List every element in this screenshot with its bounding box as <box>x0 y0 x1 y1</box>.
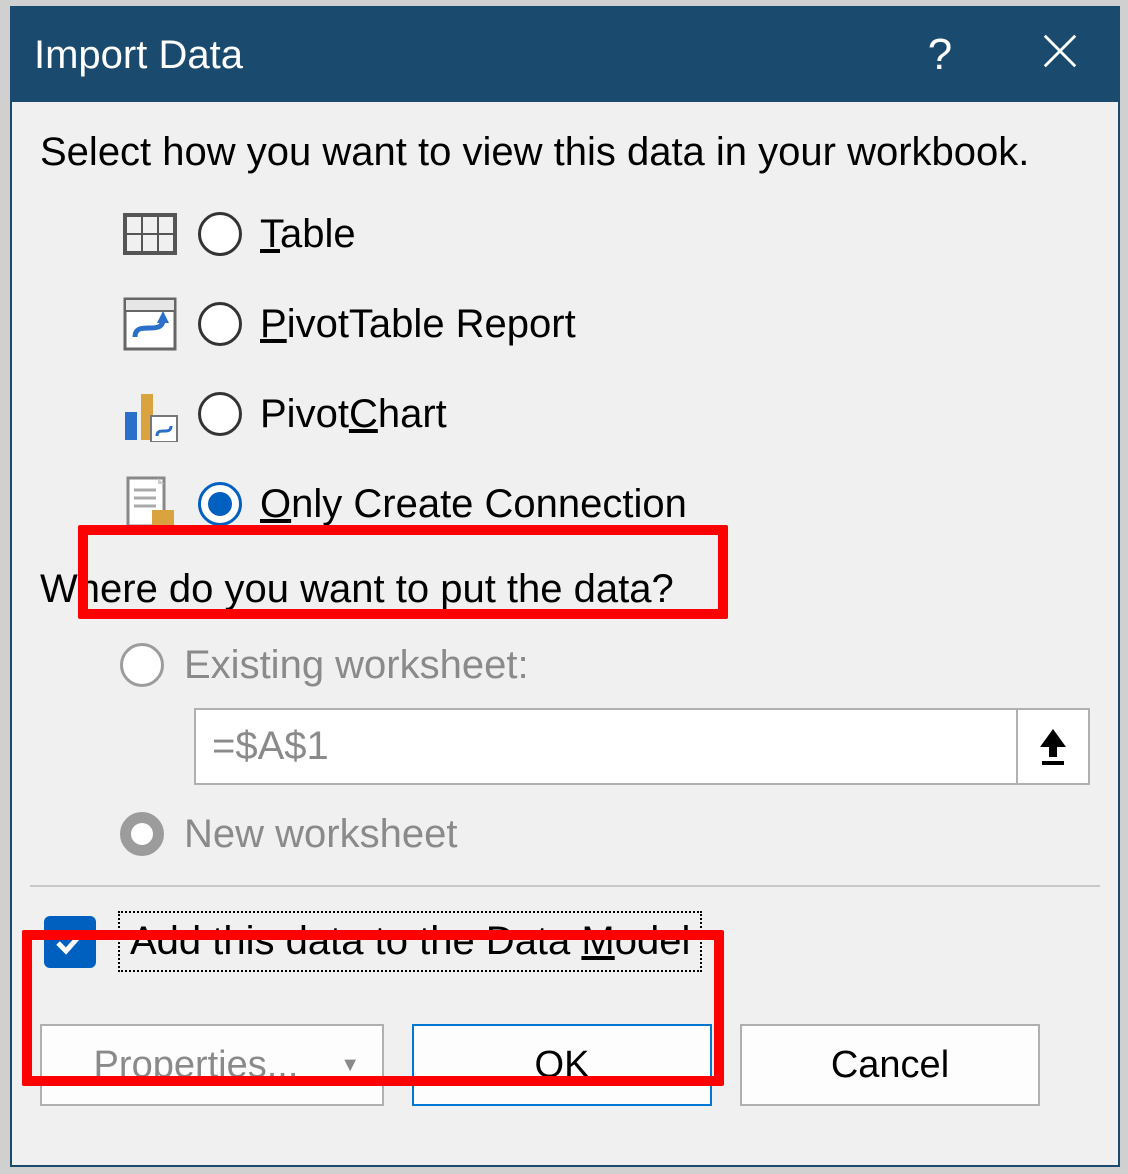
radio-existing-worksheet <box>120 643 164 687</box>
cancel-label: Cancel <box>831 1044 949 1087</box>
divider <box>30 885 1100 887</box>
help-button[interactable]: ? <box>900 33 980 77</box>
option-pivotchart-label: PivotChart <box>260 392 447 437</box>
option-pivottable-label: PivotTable Report <box>260 302 576 347</box>
close-button[interactable] <box>1020 32 1100 78</box>
dialog-buttons: Properties... ▼ OK Cancel <box>40 1024 1090 1106</box>
option-table-label: Table <box>260 212 356 257</box>
properties-label: Properties... <box>94 1044 299 1087</box>
option-only-connection-label: Only Create Connection <box>260 482 687 527</box>
data-model-row[interactable]: Add this data to the Data Model <box>44 911 1090 972</box>
view-options-group: Table PivotTable Report PivotChart <box>120 189 1090 549</box>
cell-reference-input <box>194 708 1018 785</box>
data-model-focus-rect: Add this data to the Data Model <box>118 911 702 972</box>
option-new-worksheet: New worksheet <box>120 795 1090 873</box>
table-icon <box>120 204 180 264</box>
close-icon <box>1041 32 1079 70</box>
range-selector-button <box>1018 708 1090 785</box>
where-prompt-text: Where do you want to put the data? <box>40 567 1090 612</box>
radio-only-connection[interactable] <box>198 482 242 526</box>
cell-reference-row <box>194 708 1090 785</box>
checkmark-icon <box>54 926 86 958</box>
dropdown-caret-icon: ▼ <box>340 1054 360 1077</box>
data-model-label: Add this data to the Data Model <box>130 919 690 963</box>
radio-table[interactable] <box>198 212 242 256</box>
existing-worksheet-label: Existing worksheet: <box>184 643 529 688</box>
connection-icon <box>120 474 180 534</box>
ok-button[interactable]: OK <box>412 1024 712 1106</box>
option-existing-worksheet: Existing worksheet: <box>120 626 1090 704</box>
radio-pivottable[interactable] <box>198 302 242 346</box>
radio-pivotchart[interactable] <box>198 392 242 436</box>
pivotchart-icon <box>120 384 180 444</box>
range-selector-icon <box>1036 727 1070 767</box>
ok-label: OK <box>535 1044 590 1087</box>
option-only-connection[interactable]: Only Create Connection <box>120 459 1090 549</box>
option-pivotchart[interactable]: PivotChart <box>120 369 1090 459</box>
new-worksheet-label: New worksheet <box>184 812 457 857</box>
option-pivottable[interactable]: PivotTable Report <box>120 279 1090 369</box>
window-title: Import Data <box>34 33 900 78</box>
view-prompt-text: Select how you want to view this data in… <box>40 130 1090 175</box>
data-model-checkbox[interactable] <box>44 916 96 968</box>
import-data-dialog: Import Data ? Select how you want to vie… <box>10 6 1120 1167</box>
pivottable-icon <box>120 294 180 354</box>
radio-new-worksheet <box>120 812 164 856</box>
titlebar[interactable]: Import Data ? <box>12 8 1118 102</box>
properties-button: Properties... ▼ <box>40 1024 384 1106</box>
cancel-button[interactable]: Cancel <box>740 1024 1040 1106</box>
option-table[interactable]: Table <box>120 189 1090 279</box>
